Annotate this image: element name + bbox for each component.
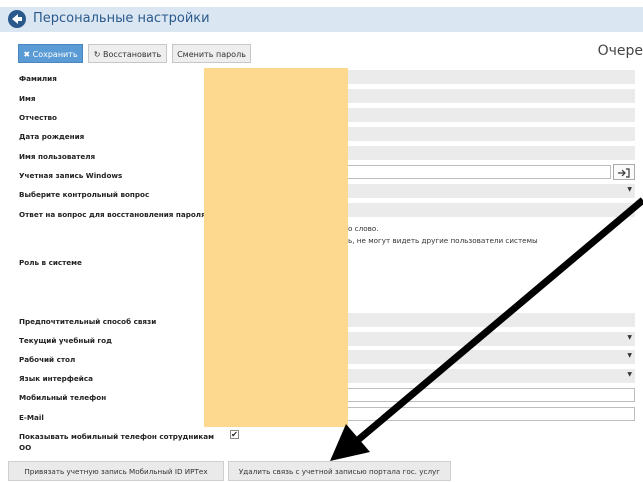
save-icon: ✖ bbox=[23, 50, 33, 59]
queue-label: Очере bbox=[597, 43, 643, 59]
label-show-phone: Показывать мобильный телефон сотрудникам bbox=[19, 432, 214, 441]
save-button[interactable]: ✖ Сохранить bbox=[18, 44, 83, 63]
label-email: E-Mail bbox=[19, 413, 44, 422]
label-contact-method: Предпочтительный способ связи bbox=[19, 317, 157, 326]
change-password-button[interactable]: Сменить пароль bbox=[172, 44, 251, 63]
label-show-phone-2: ОО bbox=[19, 443, 32, 452]
page-header: Персональные настройки bbox=[0, 7, 643, 32]
chevron-down-icon: ▼ bbox=[627, 371, 632, 378]
link-mobile-id-button[interactable]: Привязать учетную запись Мобильный ID ИР… bbox=[8, 461, 224, 481]
undo-icon: ↻ bbox=[93, 50, 104, 59]
label-surname: Фамилия bbox=[19, 74, 57, 83]
label-control-question: Выберите контрольный вопрос bbox=[19, 190, 150, 199]
label-birthdate: Дата рождения bbox=[19, 132, 85, 141]
label-school-year: Текущий учебный год bbox=[19, 336, 112, 345]
show-phone-checkbox[interactable]: ✔ bbox=[230, 430, 239, 439]
restore-button[interactable]: ↻ Восстановить bbox=[88, 44, 167, 63]
hint-text-1: о слово. bbox=[348, 224, 379, 233]
label-patronymic: Отчество bbox=[19, 113, 57, 122]
page-title: Персональные настройки bbox=[33, 11, 210, 26]
label-username: Имя пользователя bbox=[19, 152, 96, 161]
back-arrow-icon[interactable] bbox=[7, 9, 27, 29]
chevron-down-icon: ▼ bbox=[627, 334, 632, 341]
label-windows-account: Учетная запись Windows bbox=[19, 171, 123, 180]
unlink-gov-portal-button[interactable]: Удалить связь с учетной записью портала … bbox=[228, 461, 451, 481]
label-language: Язык интерфейса bbox=[19, 374, 93, 383]
label-answer: Ответ на вопрос для восстановления парол… bbox=[19, 210, 206, 219]
chevron-down-icon: ▼ bbox=[627, 352, 632, 359]
label-mobile: Мобильный телефон bbox=[19, 393, 107, 402]
login-button[interactable] bbox=[613, 164, 635, 180]
sign-in-icon bbox=[618, 168, 630, 178]
save-label: Сохранить bbox=[32, 50, 78, 59]
chevron-down-icon: ▼ bbox=[627, 186, 632, 193]
hint-text-2: ь, не могут видеть другие пользователи с… bbox=[348, 236, 538, 245]
redaction-overlay bbox=[204, 68, 348, 427]
restore-label: Восстановить bbox=[103, 50, 162, 59]
label-role: Роль в системе bbox=[19, 258, 82, 267]
label-desktop: Рабочий стол bbox=[19, 355, 76, 364]
label-name: Имя bbox=[19, 94, 36, 103]
